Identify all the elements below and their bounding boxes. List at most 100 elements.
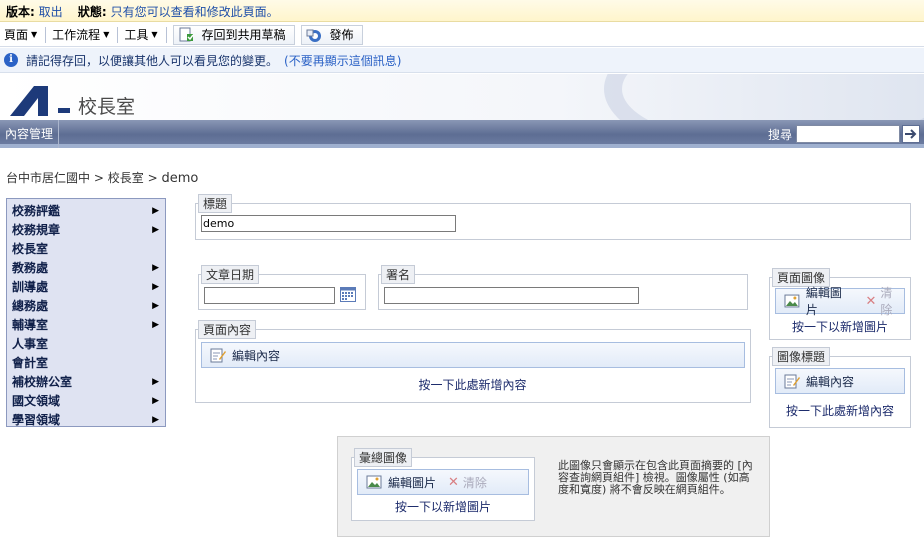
clear-image-button[interactable]: ✕ 清除 [865, 284, 904, 318]
close-icon: ✕ [448, 474, 459, 490]
banner-decoration [604, 74, 924, 120]
tab-content-management[interactable]: 內容管理 [0, 120, 60, 148]
dismiss-message-link[interactable]: (不要再顯示這個訊息) [284, 52, 401, 69]
breadcrumb-separator: > [147, 171, 158, 185]
site-logo[interactable] [8, 82, 72, 116]
chevron-right-icon: ▶ [152, 376, 159, 387]
edit-image-label: 編輯圖片 [805, 286, 842, 317]
chevron-down-icon: ▼ [151, 30, 158, 39]
publish-button[interactable]: 發佈 [300, 24, 363, 45]
workflow-menu[interactable]: 工作流程 ▼ [52, 26, 115, 43]
edit-image-label: 編輯圖片 [388, 475, 437, 490]
left-nav-item[interactable]: 學習領域 ▶ [7, 410, 165, 429]
left-nav-label: 輔導室 [12, 318, 49, 332]
left-nav-label: 學習領域 [12, 413, 61, 427]
left-nav-item[interactable]: 總務處 ▶ [7, 296, 165, 315]
edit-content-label: 編輯內容 [806, 374, 855, 389]
left-nav-item[interactable]: 校長室 [7, 239, 165, 258]
top-nav-bar: 內容管理 搜尋 [0, 120, 924, 148]
version-label: 版本: [6, 5, 35, 19]
site-banner: 校長室 [0, 74, 924, 120]
chevron-right-icon: ▶ [152, 414, 159, 425]
chevron-right-icon: ▶ [152, 224, 159, 235]
toolbar-divider [165, 26, 167, 43]
search-label: 搜尋 [768, 128, 793, 142]
save-draft-label: 存回到共用草稿 [201, 28, 286, 42]
save-page-icon [179, 27, 194, 41]
left-nav-label: 國文領域 [12, 394, 61, 408]
chevron-down-icon: ▼ [31, 30, 38, 39]
left-nav-item[interactable]: 校務評鑑 ▶ [7, 201, 165, 220]
breadcrumb-separator: > [93, 171, 104, 185]
info-icon: i [4, 53, 18, 67]
image-caption-legend: 圖像標題 [772, 347, 831, 366]
byline-input[interactable] [384, 287, 639, 304]
add-content-link[interactable]: 按一下此處新增內容 [380, 376, 565, 393]
title-input[interactable]: demo [201, 215, 456, 232]
page-content-legend: 頁面內容 [198, 320, 257, 339]
breadcrumb-current: demo [161, 171, 199, 186]
editing-toolbar: 頁面 ▼ 工作流程 ▼ 工具 ▼ 存回到共用草稿 發佈 [0, 23, 924, 47]
left-nav-label: 教務處 [12, 261, 49, 275]
left-nav-item[interactable]: 國文領域 ▶ [7, 391, 165, 410]
calendar-icon[interactable] [340, 287, 356, 302]
chevron-down-icon: ▼ [103, 30, 110, 39]
page-menu-label: 頁面 [4, 28, 29, 42]
publish-icon [306, 29, 321, 42]
publish-label: 發佈 [329, 28, 354, 42]
add-rollup-image-link[interactable]: 按一下以新增圖片 [357, 498, 529, 515]
edit-content-label: 編輯內容 [232, 348, 281, 363]
search-go-button[interactable] [902, 125, 920, 143]
edit-content-icon [210, 348, 226, 363]
title-legend: 標題 [198, 194, 233, 213]
version-value[interactable]: 取出 [39, 5, 63, 19]
image-icon [784, 294, 800, 308]
left-nav-label: 訓導處 [12, 280, 49, 294]
left-nav-item[interactable]: 人事室 [7, 334, 165, 353]
edit-content-button[interactable]: 編輯內容 [201, 342, 745, 368]
edit-rollup-image-button[interactable]: 編輯圖片 ✕ 清除 [357, 469, 529, 495]
status-bar: 版本: 取出 狀態: 只有您可以查看和修改此頁面。 [0, 0, 924, 22]
close-icon: ✕ [865, 293, 877, 309]
edit-page-image-button[interactable]: 編輯圖片 ✕ 清除 [775, 286, 905, 317]
byline-legend: 署名 [381, 265, 416, 284]
breadcrumb-item[interactable]: 校長室 [108, 171, 144, 185]
left-nav-label: 校務評鑑 [12, 204, 61, 218]
info-message: 請記得存回，以便讓其他人可以看見您的變更。 [26, 53, 279, 68]
state-label: 狀態: [77, 5, 107, 19]
left-nav-label: 會計室 [12, 356, 49, 370]
toolbar-divider [45, 26, 47, 43]
chevron-right-icon: ▶ [152, 205, 159, 216]
left-nav-item[interactable]: 校務規章 ▶ [7, 220, 165, 239]
workflow-menu-label: 工作流程 [52, 28, 101, 42]
add-caption-link[interactable]: 按一下此處新增內容 [775, 402, 905, 419]
left-nav-label: 補校辦公室 [12, 375, 73, 389]
left-nav-label: 人事室 [12, 337, 49, 351]
left-nav-item[interactable]: 教務處 ▶ [7, 258, 165, 277]
search-input[interactable] [796, 125, 900, 143]
tools-menu[interactable]: 工具 ▼ [124, 26, 163, 43]
clear-label: 清除 [462, 475, 487, 490]
article-date-legend: 文章日期 [201, 265, 260, 284]
article-date-input[interactable] [204, 287, 335, 304]
save-draft-button[interactable]: 存回到共用草稿 [172, 24, 295, 45]
image-icon [366, 475, 382, 489]
breadcrumb-item[interactable]: 台中市居仁國中 [6, 171, 90, 185]
clear-image-button[interactable]: ✕ 清除 [448, 474, 487, 491]
left-nav-item[interactable]: 補校辦公室 ▶ [7, 372, 165, 391]
rollup-image-legend: 彙總圖像 [354, 448, 413, 467]
chevron-right-icon: ▶ [152, 262, 159, 273]
site-title[interactable]: 校長室 [78, 92, 135, 119]
left-nav-item[interactable]: 訓導處 ▶ [7, 277, 165, 296]
tools-menu-label: 工具 [124, 28, 149, 42]
left-nav-item[interactable]: 輔導室 ▶ [7, 315, 165, 334]
chevron-right-icon: ▶ [152, 300, 159, 311]
chevron-right-icon: ▶ [152, 281, 159, 292]
state-value: 只有您可以查看和修改此頁面。 [110, 5, 279, 19]
left-nav-item[interactable]: 會計室 [7, 353, 165, 372]
page-menu[interactable]: 頁面 ▼ [4, 26, 43, 43]
add-page-image-link[interactable]: 按一下以新增圖片 [775, 318, 905, 335]
edit-caption-button[interactable]: 編輯內容 [775, 368, 905, 394]
left-navigation: 校務評鑑 ▶ 校務規章 ▶ 校長室 教務處 ▶ 訓導處 ▶ 總務處 ▶ 輔導室 ▶ 人事室 … [6, 198, 166, 427]
left-nav-label: 校務規章 [12, 223, 61, 237]
